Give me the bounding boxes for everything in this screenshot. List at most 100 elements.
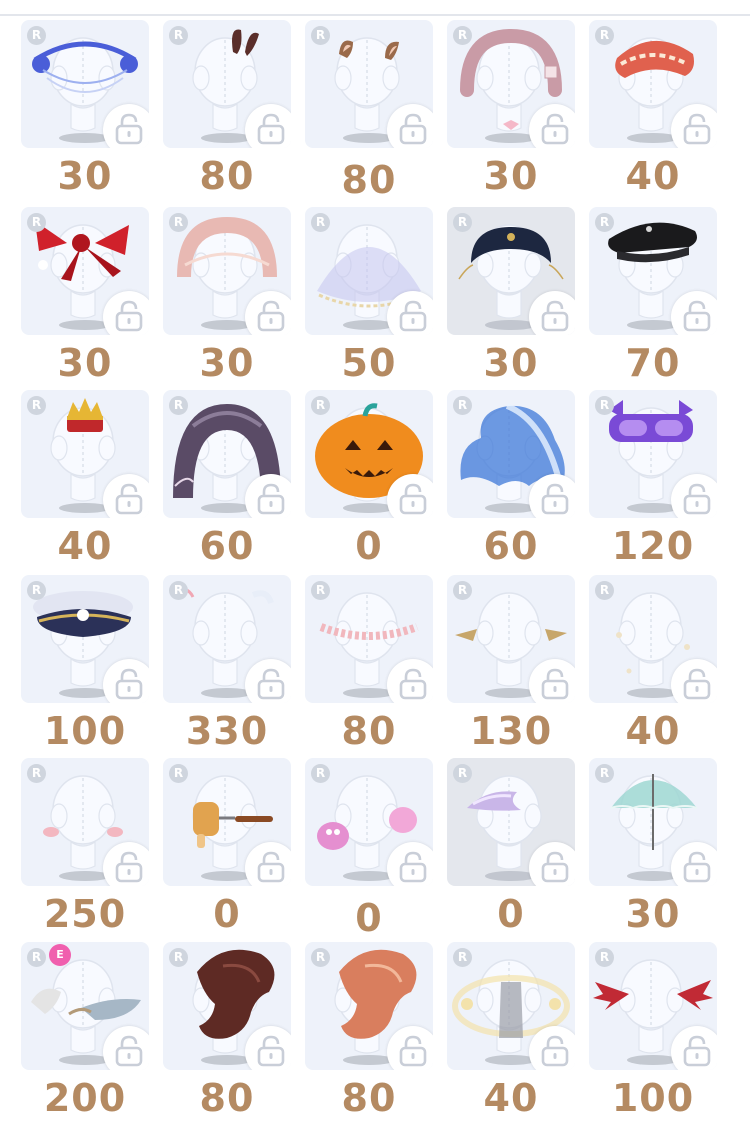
item-cell-red-white-bonnet[interactable]: R 40 — [589, 20, 717, 198]
lock-icon[interactable] — [103, 104, 149, 148]
lock-icon[interactable] — [671, 104, 717, 148]
item-cell-black-gold-headpiece[interactable]: R 30 — [447, 207, 575, 385]
item-card[interactable]: R — [305, 207, 433, 335]
item-card[interactable]: R — [21, 575, 149, 703]
lock-icon[interactable] — [671, 659, 717, 703]
extra-badge-icon: E — [49, 944, 71, 966]
lock-icon[interactable] — [529, 659, 575, 703]
item-card[interactable]: R — [589, 758, 717, 886]
item-price: 0 — [355, 524, 383, 568]
rarity-badge: R — [595, 213, 614, 232]
item-cell-dark-bunny-ears[interactable]: R 80 — [163, 20, 291, 198]
item-cell-pale-sparkle-garland[interactable]: R 40 — [589, 575, 717, 753]
rarity-badge: R — [311, 948, 330, 967]
item-cell-small-white-wings[interactable]: R 0 — [447, 758, 575, 936]
lock-icon[interactable] — [103, 291, 149, 335]
item-card[interactable]: R — [163, 390, 291, 518]
lock-icon[interactable] — [671, 842, 717, 886]
item-card[interactable]: R — [305, 758, 433, 886]
item-cell-white-ribbons[interactable]: R 330 — [163, 575, 291, 753]
item-card[interactable]: R — [21, 207, 149, 335]
lock-icon[interactable] — [103, 842, 149, 886]
lock-icon[interactable] — [387, 104, 433, 148]
item-cell-mint-parasol[interactable]: R 30 — [589, 758, 717, 936]
item-cell-pink-blush-wreath[interactable]: R 80 — [305, 575, 433, 753]
item-cell-blue-flower-garland[interactable]: R 30 — [21, 20, 149, 198]
lock-icon[interactable] — [387, 1026, 433, 1070]
lock-icon[interactable] — [529, 104, 575, 148]
item-cell-navy-captain-hat[interactable]: R 100 — [21, 575, 149, 753]
item-card[interactable]: R — [447, 758, 575, 886]
lock-icon[interactable] — [245, 291, 291, 335]
item-card[interactable]: R — [305, 20, 433, 148]
item-card[interactable]: R — [163, 20, 291, 148]
item-card[interactable]: R — [589, 390, 717, 518]
lock-icon[interactable] — [671, 291, 717, 335]
rarity-badge: R — [169, 213, 188, 232]
item-card[interactable]: R — [447, 207, 575, 335]
lock-icon[interactable] — [529, 842, 575, 886]
lock-icon[interactable] — [103, 659, 149, 703]
lock-icon[interactable] — [387, 659, 433, 703]
item-card[interactable]: R — [447, 942, 575, 1070]
item-cell-pink-cheek-blush[interactable]: R 250 — [21, 758, 149, 936]
item-cell-black-beret[interactable]: R 70 — [589, 207, 717, 385]
item-card[interactable]: R — [589, 20, 717, 148]
item-card[interactable]: R — [447, 390, 575, 518]
item-card[interactable]: RE — [21, 942, 149, 1070]
item-card[interactable]: R — [21, 758, 149, 886]
item-cell-toy-hammer[interactable]: R 0 — [163, 758, 291, 936]
item-cell-brown-animal-ears[interactable]: R 80 — [305, 20, 433, 202]
item-card[interactable]: R — [163, 758, 291, 886]
item-cell-pumpkin-head[interactable]: R 0 — [305, 390, 433, 568]
item-cell-glow-orbs-aura[interactable]: R 40 — [447, 942, 575, 1120]
item-cell-pink-frame-headband[interactable]: R 30 — [447, 20, 575, 198]
item-cell-lavender-lace-veil[interactable]: R 50 — [305, 207, 433, 385]
lock-icon[interactable] — [245, 104, 291, 148]
lock-icon[interactable] — [245, 1026, 291, 1070]
lock-icon[interactable] — [245, 474, 291, 518]
item-cell-dark-lace-hood[interactable]: R 60 — [163, 390, 291, 568]
item-card[interactable]: R — [305, 390, 433, 518]
rarity-badge: R — [595, 948, 614, 967]
item-card[interactable]: R — [589, 575, 717, 703]
item-card[interactable]: R — [589, 942, 717, 1070]
rarity-badge: R — [27, 213, 46, 232]
item-cell-red-bow[interactable]: R 30 — [21, 207, 149, 385]
item-cell-peach-side-hair[interactable]: R 80 — [305, 942, 433, 1120]
lock-icon[interactable] — [529, 1026, 575, 1070]
item-card[interactable]: R — [21, 390, 149, 518]
lock-icon[interactable] — [529, 291, 575, 335]
lock-icon[interactable] — [245, 659, 291, 703]
lock-icon[interactable] — [529, 474, 575, 518]
item-card[interactable]: R — [163, 575, 291, 703]
item-card[interactable]: R — [589, 207, 717, 335]
item-cell-pink-halo-headband[interactable]: R 30 — [163, 207, 291, 385]
lock-icon[interactable] — [671, 474, 717, 518]
item-price: 50 — [341, 341, 397, 385]
item-card[interactable]: R — [447, 575, 575, 703]
item-card[interactable]: R — [21, 20, 149, 148]
lock-icon[interactable] — [103, 474, 149, 518]
rarity-badge: R — [27, 26, 46, 45]
lock-icon[interactable] — [387, 842, 433, 886]
lock-icon[interactable] — [387, 291, 433, 335]
item-cell-brown-side-hair[interactable]: R 80 — [163, 942, 291, 1120]
item-card[interactable]: R — [305, 942, 433, 1070]
item-cell-red-bat-wings[interactable]: R 100 — [589, 942, 717, 1120]
item-card[interactable]: R — [447, 20, 575, 148]
item-cell-pink-paw-earmuffs[interactable]: R 0 — [305, 758, 433, 940]
item-cell-cat-ears-with-tail[interactable]: RE 200 — [21, 942, 149, 1120]
lock-icon[interactable] — [671, 1026, 717, 1070]
item-cell-blue-wave-hair[interactable]: R 60 — [447, 390, 575, 568]
item-card[interactable]: R — [163, 207, 291, 335]
lock-icon[interactable] — [387, 474, 433, 518]
item-cell-mini-crown[interactable]: R 40 — [21, 390, 149, 568]
item-card[interactable]: R — [163, 942, 291, 1070]
item-card[interactable]: R — [305, 575, 433, 703]
lock-icon[interactable] — [103, 1026, 149, 1070]
lock-icon[interactable] — [245, 842, 291, 886]
item-cell-gold-elf-ears[interactable]: R 130 — [447, 575, 575, 753]
item-price: 100 — [43, 709, 127, 753]
item-cell-purple-cat-goggles[interactable]: R 120 — [589, 390, 717, 568]
